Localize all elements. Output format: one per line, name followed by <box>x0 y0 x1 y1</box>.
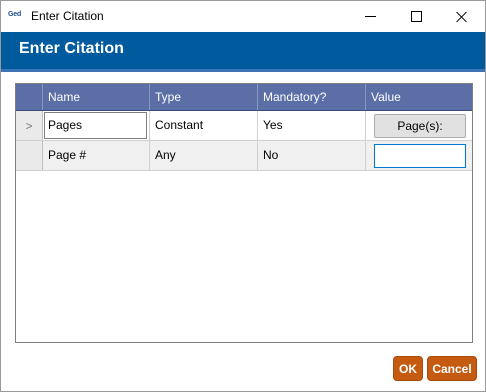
dialog-banner: Enter Citation <box>1 32 485 72</box>
value-cell[interactable]: Page(s): <box>366 111 472 140</box>
type-cell[interactable]: Any <box>150 141 258 170</box>
ok-button[interactable]: OK <box>393 356 423 381</box>
mandatory-cell[interactable]: No <box>258 141 366 170</box>
name-cell-editor[interactable]: Pages <box>44 112 147 139</box>
title-bar: Ged Enter Citation <box>1 1 485 32</box>
close-icon <box>456 11 468 23</box>
banner-title: Enter Citation <box>19 40 124 57</box>
cancel-button[interactable]: Cancel <box>427 356 477 381</box>
minimize-icon <box>364 16 376 17</box>
close-button[interactable] <box>439 1 485 32</box>
value-cell[interactable] <box>366 141 472 170</box>
column-header-name[interactable]: Name <box>43 84 150 110</box>
citation-grid: Name Type Mandatory? Value > Pages Const… <box>15 83 473 343</box>
chevron-right-icon: > <box>25 118 33 133</box>
grid-header: Name Type Mandatory? Value <box>16 84 472 111</box>
grid-corner-cell[interactable] <box>16 84 43 110</box>
maximize-button[interactable] <box>393 1 439 32</box>
table-row[interactable]: Page # Any No <box>16 141 472 171</box>
column-header-mandatory[interactable]: Mandatory? <box>258 84 366 110</box>
value-input[interactable] <box>374 144 466 168</box>
enter-citation-dialog: Ged Enter Citation Enter Citation Name T… <box>0 0 486 392</box>
row-selector[interactable]: > <box>16 111 43 140</box>
window-title: Enter Citation <box>31 9 104 23</box>
column-header-type[interactable]: Type <box>150 84 258 110</box>
name-cell[interactable]: Pages <box>43 111 150 140</box>
app-icon: Ged <box>8 11 22 18</box>
minimize-button[interactable] <box>347 1 393 32</box>
type-cell[interactable]: Constant <box>150 111 258 140</box>
row-selector[interactable] <box>16 141 43 170</box>
value-button[interactable]: Page(s): <box>374 114 466 138</box>
name-cell[interactable]: Page # <box>43 141 150 170</box>
column-header-value[interactable]: Value <box>366 84 472 110</box>
maximize-icon <box>410 11 422 22</box>
table-row[interactable]: > Pages Constant Yes Page(s): <box>16 111 472 141</box>
mandatory-cell[interactable]: Yes <box>258 111 366 140</box>
